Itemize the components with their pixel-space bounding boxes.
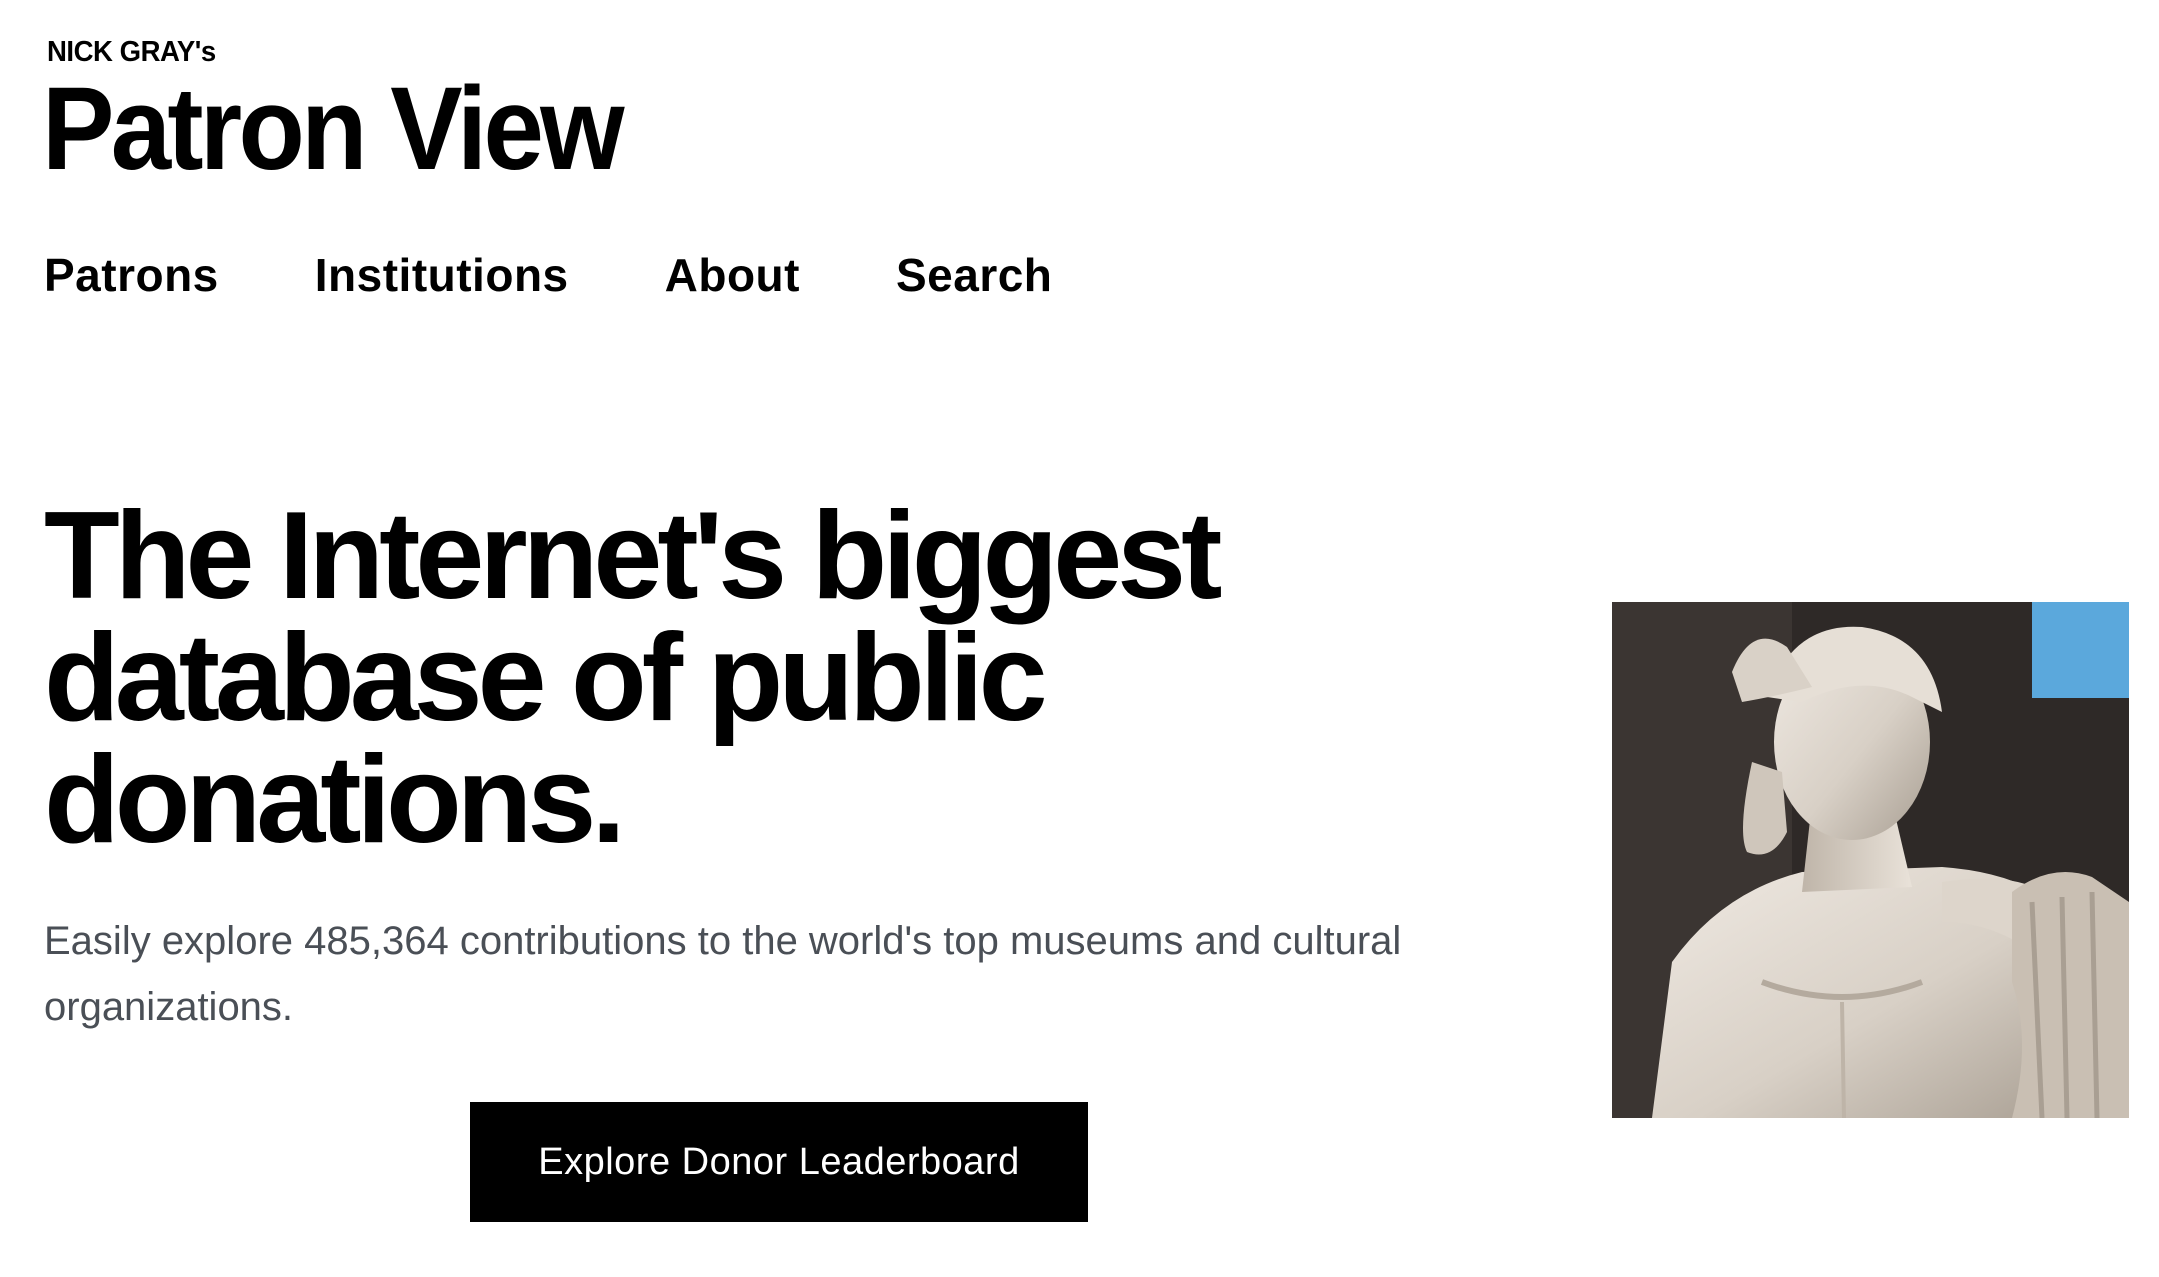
hero-subtitle: Easily explore 485,364 contributions to … <box>44 919 1402 1029</box>
hero-heading-line: The Internet's biggest <box>44 487 1222 625</box>
nav-item-search[interactable]: Search <box>896 252 1052 298</box>
nav-item-institutions[interactable]: Institutions <box>315 252 569 298</box>
main-nav: Patrons Institutions About Search <box>44 252 1052 298</box>
page: NICK GRAY's Patron View Patrons Institut… <box>0 0 2159 1277</box>
site-logo-title[interactable]: Patron View <box>42 70 625 188</box>
explore-leaderboard-button[interactable]: Explore Donor Leaderboard <box>470 1102 1088 1222</box>
nav-item-patrons[interactable]: Patrons <box>44 252 219 298</box>
hero-heading: The Internet's biggest database of publi… <box>44 494 1424 862</box>
hero-heading-line: database of public <box>44 609 1048 747</box>
nav-item-about[interactable]: About <box>665 252 800 298</box>
marble-statue-image <box>1612 602 2129 1118</box>
hero-heading-line: donations. <box>44 731 626 869</box>
accent-square <box>2032 602 2129 698</box>
